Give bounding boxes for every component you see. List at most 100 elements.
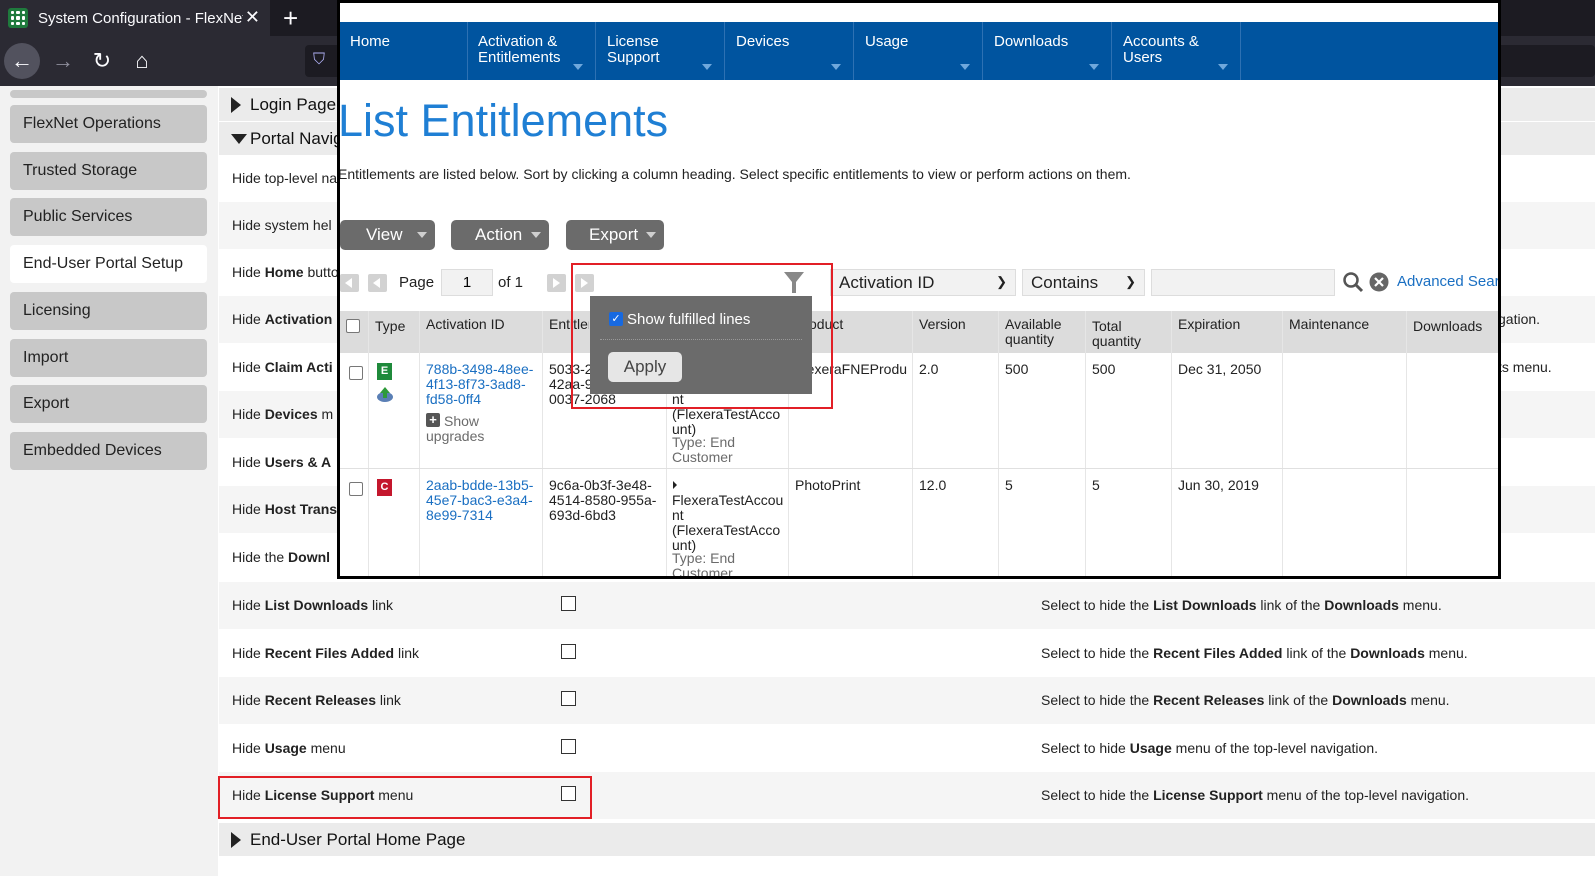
menu-license-support[interactable]: License Support xyxy=(597,22,725,80)
show-upgrades-label[interactable]: Show upgrades xyxy=(426,414,506,444)
chevron-down-icon xyxy=(646,232,656,238)
first-page-icon[interactable] xyxy=(340,274,359,292)
entitlement-id: 9c6a-0b3f-3e48-4514-8580-955a-693d-6bd3 xyxy=(549,477,657,523)
tab-title: System Configuration - FlexNet Operation… xyxy=(38,9,243,27)
clear-search-icon[interactable] xyxy=(1369,272,1389,292)
forward-arrow-icon[interactable]: → xyxy=(45,43,81,79)
search-field-select[interactable]: Activation ID ❯ xyxy=(830,269,1016,296)
highlight-box xyxy=(218,776,592,819)
column-version[interactable]: Version xyxy=(919,317,966,332)
chevron-down-icon xyxy=(702,64,712,70)
back-arrow-icon[interactable]: ← xyxy=(4,43,40,79)
activation-id-link[interactable]: 788b-3498-48ee-4f13-8f73-3ad8-fd58-0ff4 xyxy=(426,362,536,407)
advanced-search-link[interactable]: Advanced Search xyxy=(1397,273,1498,290)
chevron-down-icon xyxy=(573,64,583,70)
column-total-quantity[interactable]: Total quantity xyxy=(1092,319,1152,349)
action-button[interactable]: Action xyxy=(451,220,549,250)
section-end-user-portal-home[interactable]: End-User Portal Home Page xyxy=(219,823,1595,856)
menu-downloads[interactable]: Downloads xyxy=(984,22,1112,80)
shield-icon[interactable]: ⛉ xyxy=(313,51,333,71)
total-quantity: 5 xyxy=(1092,477,1100,493)
menu-home[interactable]: Home xyxy=(340,22,468,80)
home-icon[interactable]: ⌂ xyxy=(124,43,160,79)
upgrade-icon xyxy=(377,387,393,402)
expand-icon xyxy=(231,97,241,113)
column-available-quantity[interactable]: Available quantity xyxy=(1005,317,1075,347)
view-button[interactable]: View xyxy=(340,220,435,250)
chevron-down-icon: ❯ xyxy=(996,274,1007,289)
highlight-box xyxy=(571,263,833,409)
page-count: of 1 xyxy=(498,274,524,291)
column-expiration[interactable]: Expiration xyxy=(1178,317,1240,332)
column-maintenance[interactable]: Maintenance xyxy=(1289,317,1369,332)
entitlements-popup: Home Activation & Entitlements License S… xyxy=(337,0,1501,579)
hide-list-downloads-checkbox[interactable] xyxy=(561,596,576,611)
chevron-down-icon xyxy=(1218,64,1228,70)
chevron-down-icon xyxy=(417,232,427,238)
hide-recent-files-checkbox[interactable] xyxy=(561,644,576,659)
chevron-down-icon: ❯ xyxy=(1125,274,1136,289)
browser-tab[interactable]: System Configuration - FlexNet Operation… xyxy=(0,0,270,36)
account-name: FlexeraTestAccou nt (FlexeraTestAcco unt… xyxy=(672,492,784,553)
sidebar-item-export[interactable]: Export xyxy=(10,385,207,423)
menu-usage[interactable]: Usage xyxy=(855,22,983,80)
setting-row-list-downloads: Hide List Downloads link Select to hide … xyxy=(219,582,1595,629)
collapse-icon xyxy=(231,134,247,144)
product-name: PhotoPrint xyxy=(795,477,861,493)
expand-icon xyxy=(231,832,241,848)
chevron-down-icon xyxy=(831,64,841,70)
page-label: Page xyxy=(399,274,435,291)
row-checkbox[interactable] xyxy=(349,482,363,496)
sidebar-item-flexnet-operations[interactable]: FlexNet Operations xyxy=(10,105,207,143)
menu-accounts-users[interactable]: Accounts & Users xyxy=(1113,22,1241,80)
entitlement-type-badge: E xyxy=(377,363,392,380)
page-description: Entitlements are listed below. Sort by c… xyxy=(338,166,1131,182)
chevron-down-icon xyxy=(531,232,541,238)
column-activation-id[interactable]: Activation ID xyxy=(426,317,505,332)
close-icon[interactable]: ✕ xyxy=(245,7,260,28)
search-input[interactable] xyxy=(1151,269,1335,296)
sidebar-item-partial[interactable] xyxy=(10,90,207,98)
expiration-date: Dec 31, 2050 xyxy=(1178,361,1262,377)
menu-activation-entitlements[interactable]: Activation & Entitlements xyxy=(468,22,596,80)
version: 12.0 xyxy=(919,477,947,493)
total-quantity: 500 xyxy=(1092,361,1116,377)
next-page-icon[interactable] xyxy=(547,274,566,292)
row-checkbox[interactable] xyxy=(349,366,363,380)
column-type[interactable]: Type xyxy=(375,319,405,334)
setting-row-recent-releases: Hide Recent Releases link Select to hide… xyxy=(219,677,1595,724)
previous-page-icon[interactable] xyxy=(368,274,387,292)
search-icon[interactable] xyxy=(1342,271,1364,293)
sidebar-item-licensing[interactable]: Licensing xyxy=(10,292,207,330)
page-number-input[interactable]: 1 xyxy=(441,269,493,296)
activation-id-link[interactable]: 2aab-bdde-13b5-45e7-bac3-e3a4-8e99-7314 xyxy=(426,478,536,523)
export-button[interactable]: Export xyxy=(566,220,664,250)
version: 2.0 xyxy=(919,361,939,377)
chevron-down-icon xyxy=(960,64,970,70)
sidebar-item-end-user-portal-setup[interactable]: End-User Portal Setup xyxy=(10,245,207,283)
sidebar-item-import[interactable]: Import xyxy=(10,339,207,377)
chevron-down-icon xyxy=(1089,64,1099,70)
top-navigation-menu: Home Activation & Entitlements License S… xyxy=(340,22,1498,80)
app-grid-icon xyxy=(8,8,28,28)
column-downloads[interactable]: Downloads xyxy=(1413,319,1482,334)
search-operator-select[interactable]: Contains ❯ xyxy=(1022,269,1145,296)
new-tab-button[interactable]: + xyxy=(283,3,298,34)
page-title: List Entitlements xyxy=(338,95,669,146)
menu-devices[interactable]: Devices xyxy=(726,22,854,80)
setting-row-usage: Hide Usage menu Select to hide Usage men… xyxy=(232,739,1379,756)
sidebar-item-trusted-storage[interactable]: Trusted Storage xyxy=(10,152,207,190)
account-type: Type: End Customer xyxy=(672,550,736,579)
available-quantity: 5 xyxy=(1005,477,1013,493)
sidebar-item-public-services[interactable]: Public Services xyxy=(10,198,207,236)
hide-usage-checkbox[interactable] xyxy=(561,739,576,754)
available-quantity: 500 xyxy=(1005,361,1029,377)
sidebar-item-embedded-devices[interactable]: Embedded Devices xyxy=(10,432,207,470)
entitlement-type-badge: C xyxy=(377,479,392,496)
reload-icon[interactable]: ↻ xyxy=(84,43,120,79)
hide-recent-releases-checkbox[interactable] xyxy=(561,691,576,706)
select-all-checkbox[interactable] xyxy=(346,319,360,333)
account-type: Type: End Customer xyxy=(672,434,736,465)
expand-icon[interactable] xyxy=(673,481,677,489)
setting-row-recent-files: Hide Recent Files Added link Select to h… xyxy=(232,644,1468,661)
